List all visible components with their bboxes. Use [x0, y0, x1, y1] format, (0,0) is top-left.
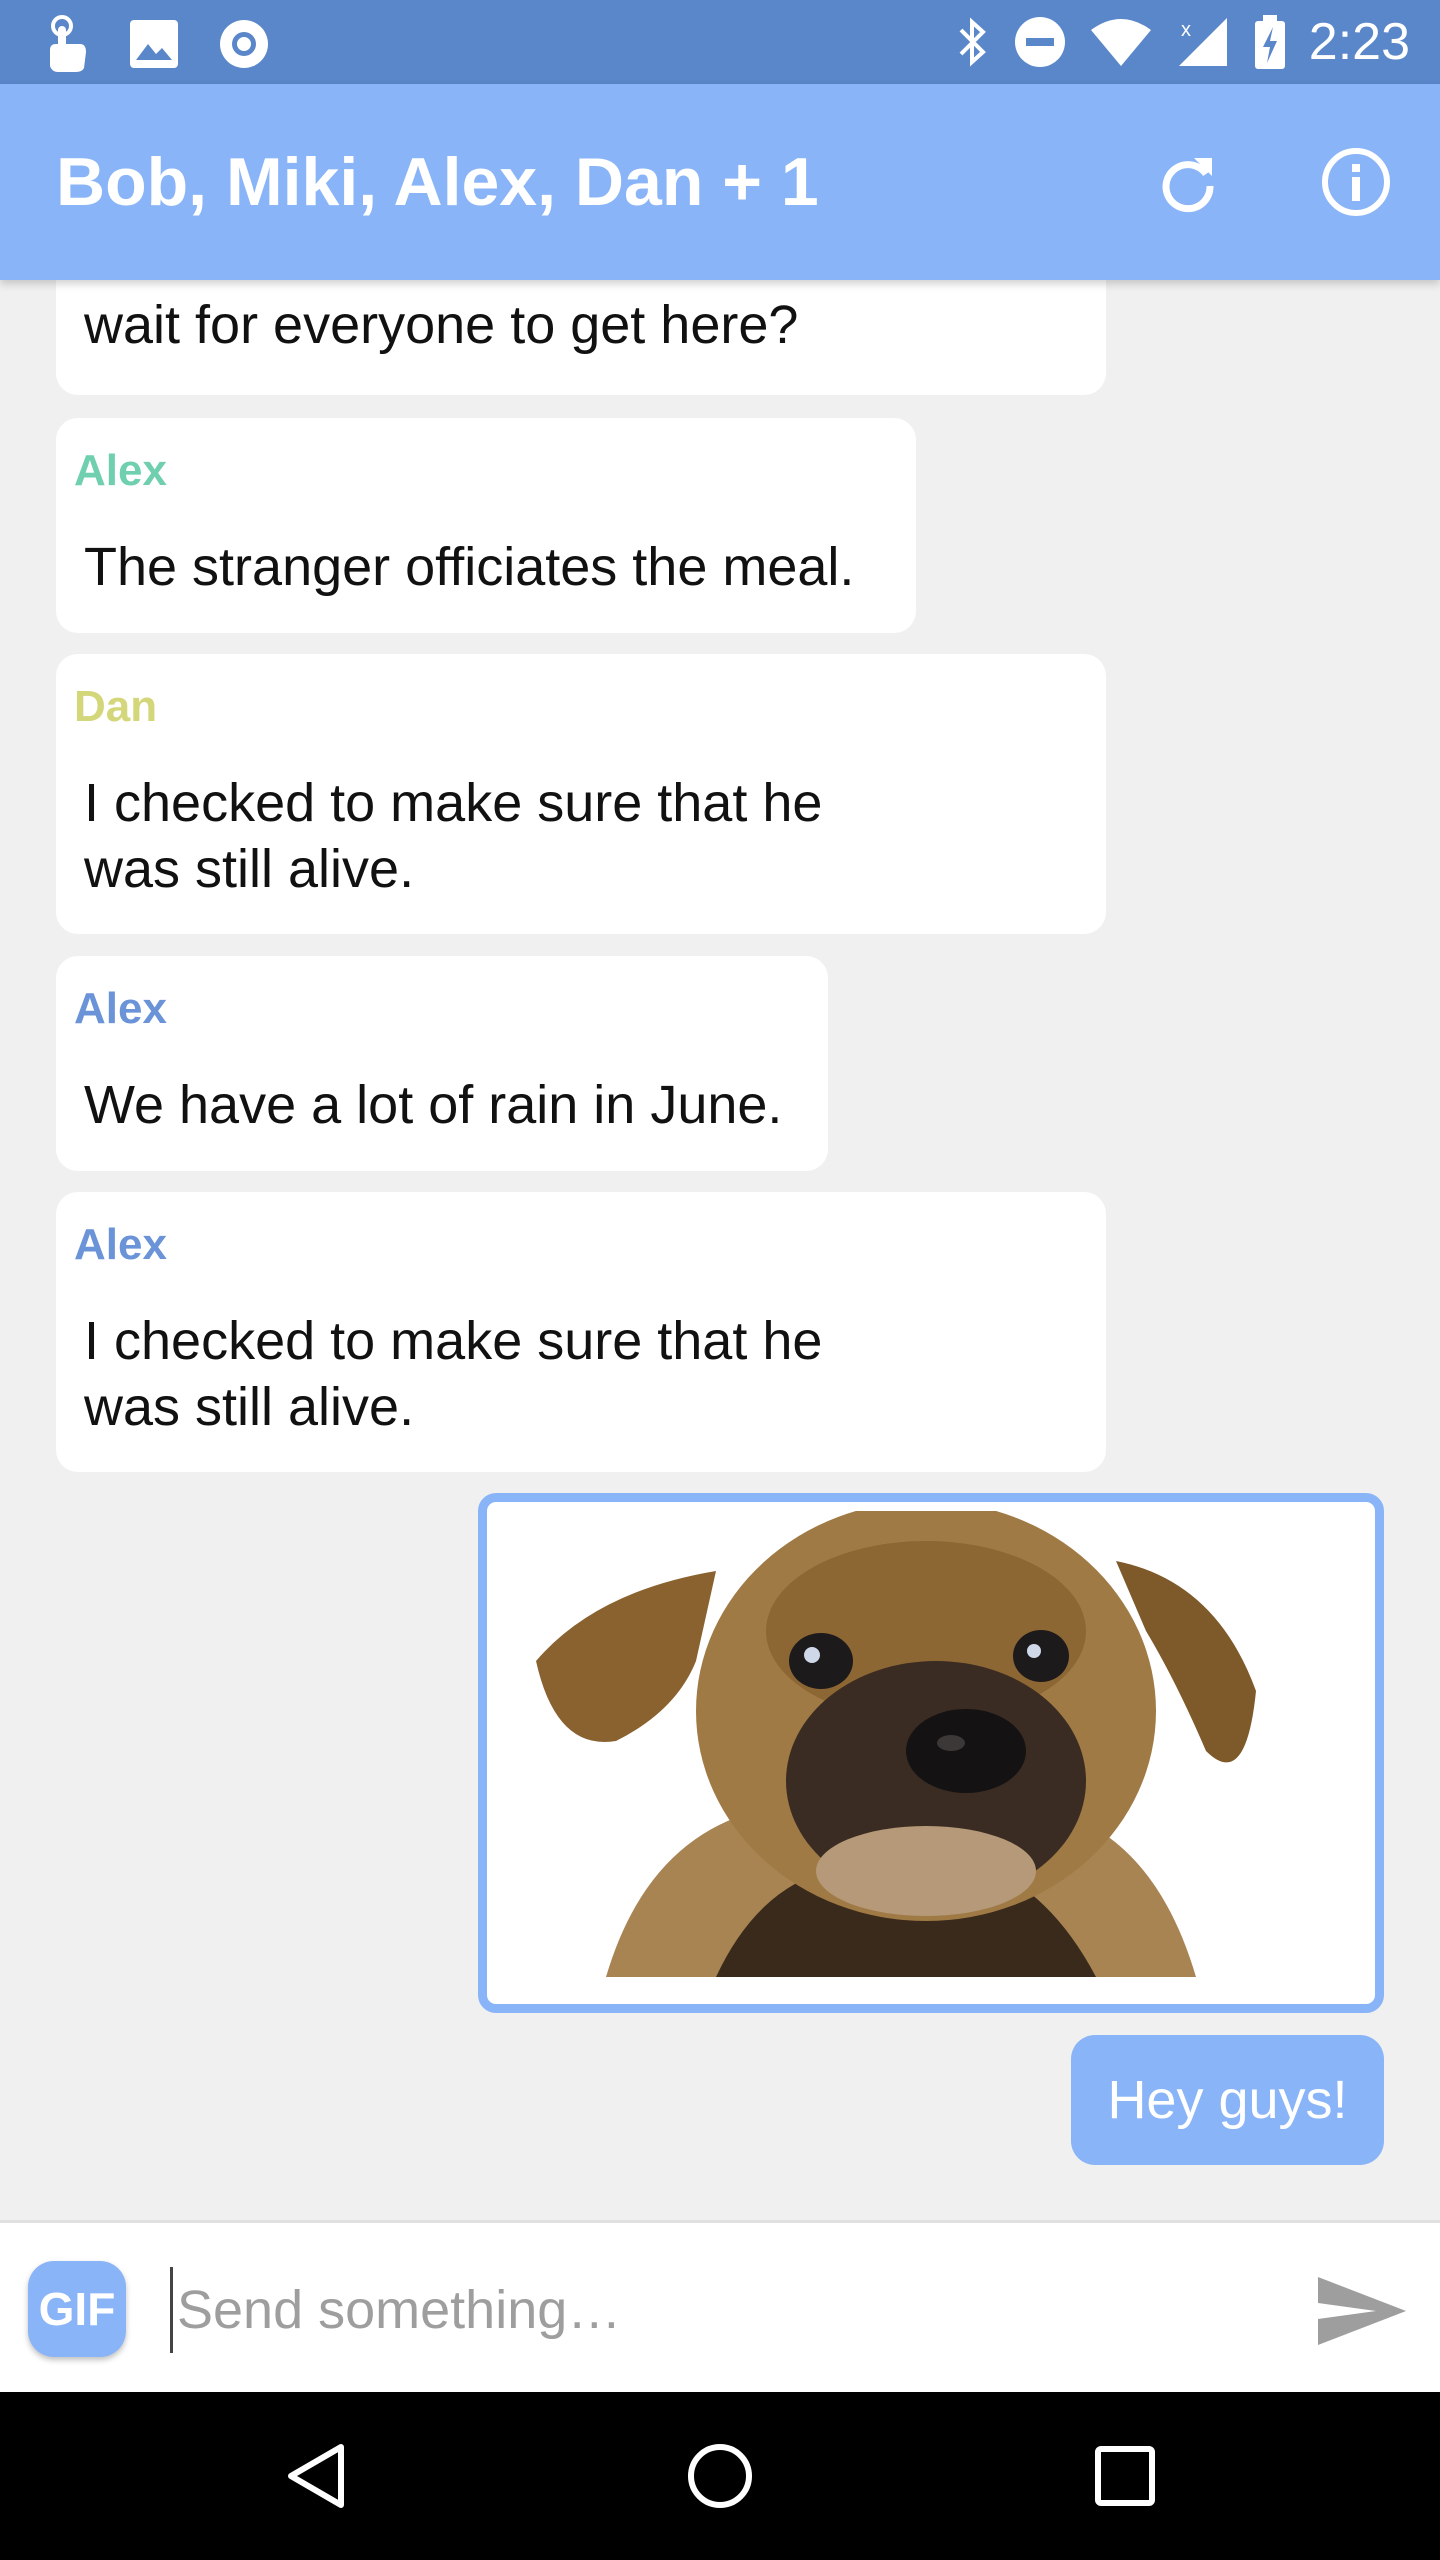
home-button[interactable]: [678, 2434, 762, 2518]
refresh-button[interactable]: [1146, 140, 1230, 224]
system-nav-bar: [0, 2392, 1440, 2560]
message-bubble[interactable]: wait for everyone to get here?: [56, 280, 1106, 395]
info-icon: [1322, 148, 1390, 216]
battery-charging-icon: [1254, 15, 1285, 69]
send-button[interactable]: [1314, 2271, 1410, 2351]
back-icon: [288, 2444, 344, 2508]
do-not-disturb-icon: [1014, 17, 1065, 67]
sender-name: Alex: [74, 984, 167, 1033]
clock: 2:23: [1308, 13, 1410, 71]
puppy-image: [496, 1511, 1366, 1995]
touch-icon: [50, 15, 86, 72]
sync-circle-icon: [220, 20, 268, 68]
puppy-illustration: [496, 1511, 1348, 1977]
message-text-line: was still alive.: [84, 1377, 415, 1437]
message-bubble[interactable]: Dan I checked to make sure that he was s…: [56, 654, 1106, 934]
home-icon: [688, 2444, 752, 2508]
message-text: The stranger officiates the meal.: [84, 537, 855, 597]
sender-name: Dan: [74, 682, 158, 731]
outgoing-image-message[interactable]: [478, 1493, 1384, 2013]
message-bubble[interactable]: Alex The stranger officiates the meal.: [56, 418, 916, 633]
refresh-icon: [1162, 158, 1214, 213]
sender-name: Alex: [74, 446, 167, 495]
outgoing-message-bubble[interactable]: Hey guys!: [1071, 2035, 1384, 2165]
message-text: wait for everyone to get here?: [84, 295, 799, 355]
message-bubble[interactable]: Alex We have a lot of rain in June.: [56, 956, 828, 1171]
gif-button[interactable]: GIF: [28, 2261, 126, 2357]
info-button[interactable]: [1314, 140, 1398, 224]
sender-name: Alex: [74, 1220, 167, 1269]
send-icon: [1318, 2277, 1406, 2345]
cell-signal-icon: x: [1178, 18, 1227, 66]
svg-text:x: x: [1181, 19, 1191, 41]
message-text-line: I checked to make sure that he: [84, 1311, 823, 1371]
recents-icon: [1095, 2446, 1155, 2506]
status-bar: x 2:23: [0, 0, 1440, 84]
message-bubble[interactable]: Alex I checked to make sure that he was …: [56, 1192, 1106, 1472]
conversation-title: Bob, Miki, Alex, Dan + 1: [56, 144, 819, 220]
message-text-line: I checked to make sure that he: [84, 773, 823, 833]
app-bar: Bob, Miki, Alex, Dan + 1: [0, 84, 1440, 280]
message-text: Hey guys!: [1107, 2070, 1348, 2130]
recents-button[interactable]: [1083, 2434, 1167, 2518]
back-button[interactable]: [274, 2434, 358, 2518]
wifi-icon: [1090, 19, 1151, 66]
message-text: We have a lot of rain in June.: [84, 1075, 783, 1135]
message-composer: GIF: [0, 2220, 1440, 2395]
bluetooth-icon: [959, 17, 986, 67]
message-list[interactable]: wait for everyone to get here? Alex The …: [0, 280, 1440, 2220]
message-input[interactable]: [170, 2267, 1279, 2353]
message-text-line: was still alive.: [84, 839, 415, 899]
image-icon: [130, 20, 178, 68]
